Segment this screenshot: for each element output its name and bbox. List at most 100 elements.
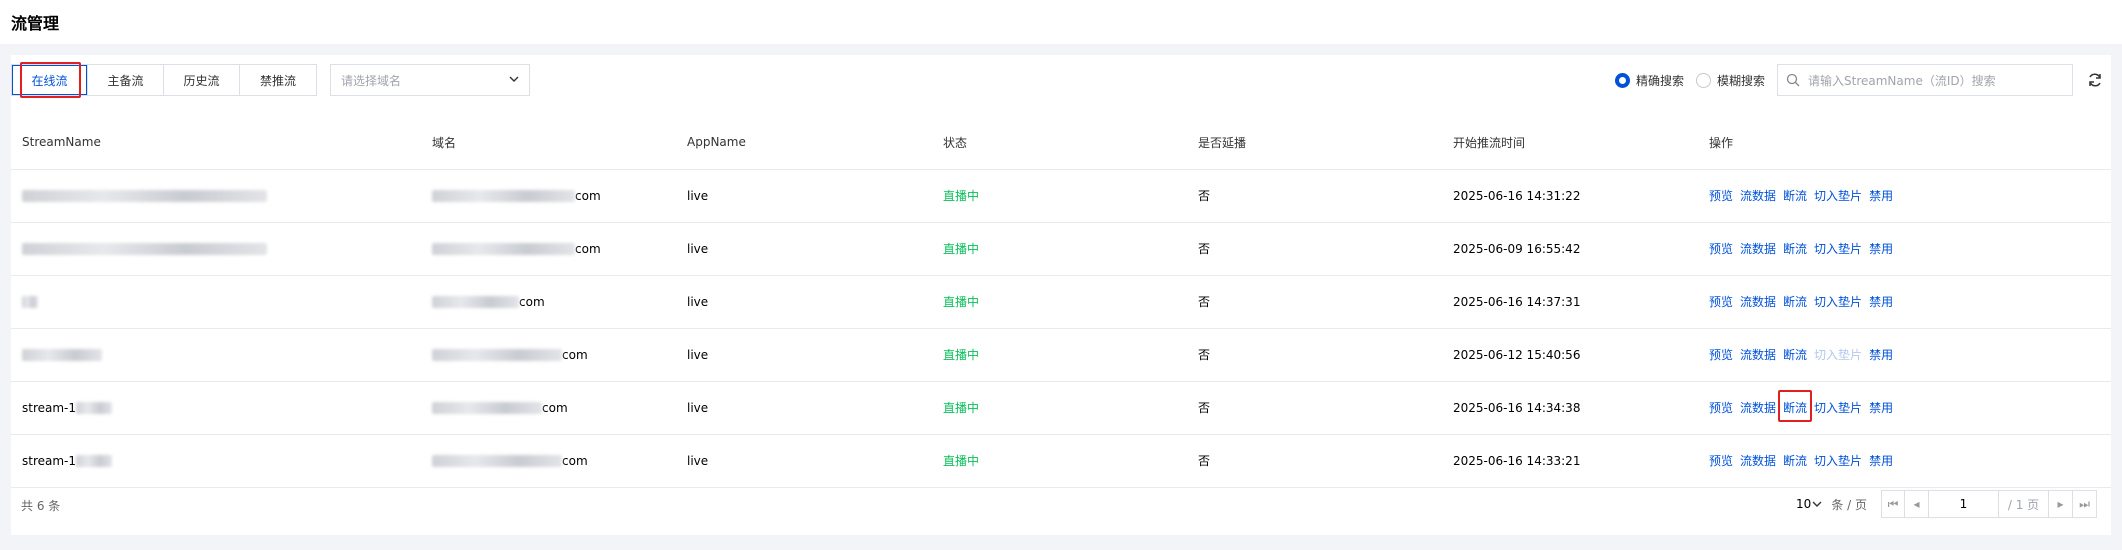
action-insert-filler[interactable]: 切入垫片 <box>1814 295 1862 309</box>
action-insert-filler[interactable]: 切入垫片 <box>1814 189 1862 203</box>
action-cut-stream[interactable]: 断流 <box>1783 348 1807 362</box>
table-row: com live 直播中 否 2025-06-12 15:40:56 预览 流数据… <box>11 328 2111 382</box>
status-badge: 直播中 <box>932 222 1187 276</box>
action-stream-data[interactable]: 流数据 <box>1740 242 1776 256</box>
action-cut-stream[interactable]: 断流 <box>1783 401 1807 415</box>
action-stream-data[interactable]: 流数据 <box>1740 401 1776 415</box>
action-ban[interactable]: 禁用 <box>1869 242 1893 256</box>
cell-start-time: 2025-06-16 14:31:22 <box>1442 169 1698 223</box>
radio-exact-search[interactable]: 精确搜索 <box>1614 72 1684 89</box>
action-cut-stream[interactable]: 断流 <box>1783 189 1807 203</box>
col-status: 状态 <box>932 116 1187 170</box>
col-delay: 是否延播 <box>1187 116 1442 170</box>
domain-suffix: com <box>575 241 601 256</box>
action-ban[interactable]: 禁用 <box>1869 348 1893 362</box>
action-stream-data[interactable]: 流数据 <box>1740 189 1776 203</box>
action-insert-filler-disabled: 切入垫片 <box>1814 348 1863 362</box>
action-preview[interactable]: 预览 <box>1709 242 1733 256</box>
refresh-icon <box>2089 73 2101 87</box>
action-insert-filler[interactable]: 切入垫片 <box>1814 242 1862 256</box>
action-preview[interactable]: 预览 <box>1709 348 1733 362</box>
page-size-value: 10 <box>1796 497 1812 511</box>
cell-delay: 否 <box>1187 381 1442 435</box>
cell-streamname: stream-1 <box>11 381 421 435</box>
cell-domain: com <box>421 275 676 329</box>
cell-domain: com <box>421 222 676 276</box>
prev-page-icon: ◂ <box>1913 497 1920 511</box>
table-footer: 共 6 条 10 条 / 页 ⏮ ◂ 1 / 1 页 ▸ ⏭ <box>11 480 2111 530</box>
domain-suffix: com <box>562 347 588 362</box>
search-input[interactable]: 请输入StreamName（流ID）搜索 <box>1777 64 2073 96</box>
action-preview[interactable]: 预览 <box>1709 454 1733 468</box>
action-cut-stream[interactable]: 断流 <box>1783 454 1807 468</box>
action-insert-filler[interactable]: 切入垫片 <box>1814 401 1862 415</box>
tab-history[interactable]: 历史流 <box>164 65 240 95</box>
cell-streamname <box>11 275 421 329</box>
cell-delay: 否 <box>1187 222 1442 276</box>
action-preview[interactable]: 预览 <box>1709 189 1733 203</box>
redacted-text <box>432 349 562 361</box>
action-preview[interactable]: 预览 <box>1709 295 1733 309</box>
action-stream-data[interactable]: 流数据 <box>1740 295 1776 309</box>
action-ban[interactable]: 禁用 <box>1869 295 1893 309</box>
page-number-input[interactable]: 1 <box>1929 490 1999 518</box>
table-row: com live 直播中 否 2025-06-16 14:37:31 预览 流数据… <box>11 275 2111 329</box>
tab-primary-backup[interactable]: 主备流 <box>88 65 164 95</box>
domain-suffix: com <box>519 294 545 309</box>
page-size-select[interactable]: 10 <box>1796 497 1823 511</box>
table-row: stream-1 com live 直播中 否 2025-06-16 14:34… <box>11 381 2111 435</box>
tab-banned[interactable]: 禁推流 <box>240 65 316 95</box>
cell-start-time: 2025-06-09 16:55:42 <box>1442 222 1698 276</box>
radio-dot-unchecked <box>1695 72 1711 88</box>
action-cut-stream[interactable]: 断流 <box>1783 242 1807 256</box>
redacted-text <box>432 243 575 255</box>
stream-management-card: 在线流 主备流 历史流 禁推流 请选择域名 精确搜索 模糊搜索 请输入Strea <box>11 55 2111 535</box>
last-page-button[interactable]: ⏭ <box>2073 490 2097 518</box>
action-insert-filler[interactable]: 切入垫片 <box>1814 454 1862 468</box>
table-header-row: StreamName 域名 AppName 状态 是否延播 开始推流时间 操作 <box>11 116 2111 170</box>
action-stream-data[interactable]: 流数据 <box>1740 454 1776 468</box>
cell-app: live <box>676 328 932 382</box>
redacted-text <box>22 190 267 202</box>
domain-suffix: com <box>575 188 601 203</box>
domain-select-placeholder: 请选择域名 <box>341 73 402 88</box>
last-page-icon: ⏭ <box>2079 496 2090 511</box>
cell-app: live <box>676 222 932 276</box>
first-page-button[interactable]: ⏮ <box>1881 490 1905 518</box>
action-ban[interactable]: 禁用 <box>1869 401 1893 415</box>
col-start-time: 开始推流时间 <box>1442 116 1698 170</box>
search-tools: 精确搜索 模糊搜索 请输入StreamName（流ID）搜索 <box>1614 64 2111 96</box>
action-stream-data[interactable]: 流数据 <box>1740 348 1776 362</box>
cell-actions: 预览 流数据 断流 切入垫片 禁用 <box>1698 381 2111 435</box>
next-page-button[interactable]: ▸ <box>2049 490 2073 518</box>
total-count: 共 6 条 <box>21 498 61 513</box>
redacted-text <box>432 455 562 467</box>
redacted-text <box>22 243 267 255</box>
cell-start-time: 2025-06-16 14:34:38 <box>1442 381 1698 435</box>
cell-streamname <box>11 222 421 276</box>
col-domain: 域名 <box>421 116 676 170</box>
prev-page-button[interactable]: ◂ <box>1905 490 1929 518</box>
stream-tabs: 在线流 主备流 历史流 禁推流 <box>11 64 317 96</box>
redacted-text <box>76 402 113 414</box>
cell-actions: 预览 流数据 断流 切入垫片 禁用 <box>1698 169 2111 223</box>
cell-app: live <box>676 381 932 435</box>
cell-streamname <box>11 169 421 223</box>
chevron-down-icon <box>1812 501 1822 507</box>
next-page-icon: ▸ <box>2057 497 2064 511</box>
cell-actions: 预览 流数据 断流 切入垫片 禁用 <box>1698 328 2111 382</box>
action-cut-stream[interactable]: 断流 <box>1783 295 1807 309</box>
redacted-text <box>432 402 542 414</box>
stream-prefix: stream-1 <box>22 400 77 415</box>
tab-online[interactable]: 在线流 <box>12 65 88 95</box>
stream-prefix: stream-1 <box>22 453 77 468</box>
domain-select[interactable]: 请选择域名 <box>330 64 530 96</box>
action-preview[interactable]: 预览 <box>1709 401 1733 415</box>
search-placeholder: 请输入StreamName（流ID）搜索 <box>1808 73 1996 88</box>
action-ban[interactable]: 禁用 <box>1869 454 1893 468</box>
redacted-text <box>432 190 575 202</box>
action-ban[interactable]: 禁用 <box>1869 189 1893 203</box>
radio-fuzzy-search[interactable]: 模糊搜索 <box>1695 72 1765 89</box>
cell-actions: 预览 流数据 断流 切入垫片 禁用 <box>1698 275 2111 329</box>
refresh-button[interactable] <box>2079 64 2111 96</box>
